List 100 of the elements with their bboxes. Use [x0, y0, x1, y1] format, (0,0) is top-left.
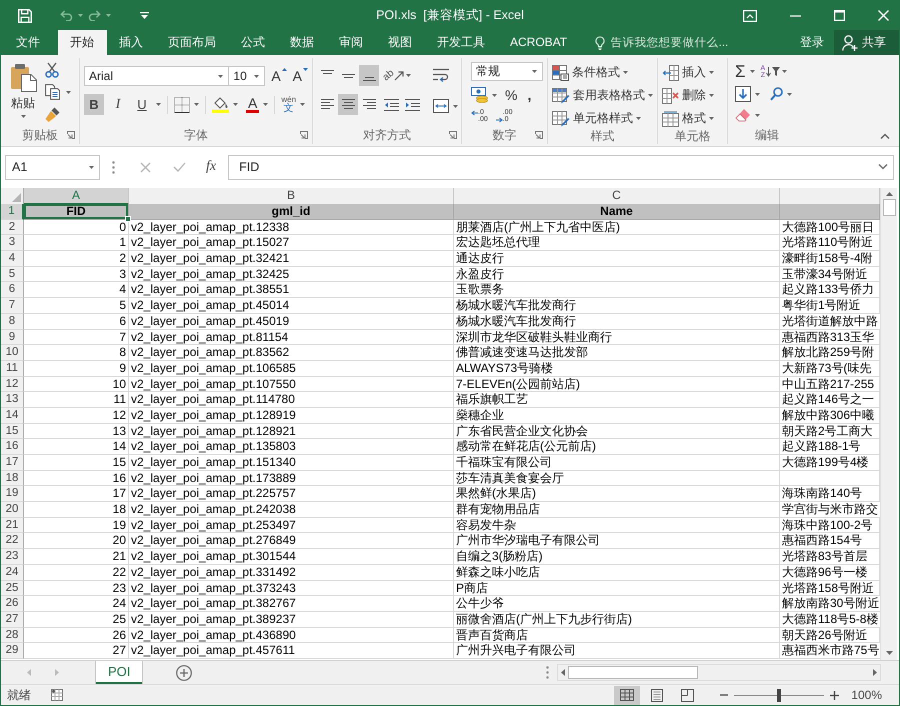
font-color-button[interactable]: A	[246, 96, 260, 113]
row-header[interactable]: 21	[1, 518, 24, 534]
font-size-dropdown[interactable]: 10	[228, 66, 266, 86]
caret-icon[interactable]	[648, 94, 653, 97]
ribbon-tab[interactable]: 文件	[4, 30, 52, 55]
search-icon[interactable]	[770, 87, 783, 101]
left-triangle-icon[interactable]	[561, 669, 565, 676]
ribbon-tab[interactable]: 页面布局	[156, 30, 228, 55]
row-header[interactable]: 5	[1, 266, 24, 282]
box-chevron-icon[interactable]	[743, 10, 757, 22]
selected-cell[interactable]: FID	[24, 204, 129, 220]
caret-icon[interactable]	[66, 90, 71, 94]
down-triangle-icon[interactable]	[886, 651, 892, 655]
name-box[interactable]: A1	[5, 154, 100, 180]
font-name-dropdown[interactable]: Arial	[84, 66, 230, 86]
chevron-down-icon[interactable]	[878, 164, 888, 170]
caret-icon[interactable]	[406, 74, 412, 77]
grow-font-button[interactable]: A	[271, 68, 287, 84]
row-header[interactable]: 29	[1, 643, 24, 659]
caret-icon[interactable]	[218, 74, 224, 78]
shrink-font-button[interactable]: A	[292, 68, 308, 84]
underline-button[interactable]: U	[132, 94, 152, 115]
caret-icon[interactable]	[89, 166, 94, 168]
column-header[interactable]: A	[24, 188, 129, 205]
row-header[interactable]: 16	[1, 439, 24, 456]
bold-button[interactable]: B	[84, 94, 104, 115]
caret-icon[interactable]	[78, 14, 83, 17]
format-cells-button[interactable]: 格式	[662, 109, 723, 128]
caret-icon[interactable]	[709, 117, 714, 120]
ribbon-tab[interactable]: 插入	[106, 30, 156, 55]
row-header[interactable]: 24	[1, 564, 24, 581]
row-header[interactable]: 10	[1, 345, 24, 361]
corner-arrow-icon[interactable]	[300, 131, 308, 139]
zoom-in-icon[interactable]	[830, 690, 840, 700]
ribbon-tab[interactable]: 公式	[228, 30, 278, 55]
ribbon-tab[interactable]: 数据	[278, 30, 326, 55]
bar-caret-icon[interactable]	[140, 12, 149, 19]
row-header[interactable]: 25	[1, 580, 24, 596]
column-header[interactable]: C	[454, 188, 780, 205]
phonetic-guide-button[interactable]: wén 文	[281, 96, 296, 114]
italic-button[interactable]: I	[108, 94, 128, 115]
column-header[interactable]: B	[129, 188, 454, 205]
row-header[interactable]: 27	[1, 612, 24, 628]
row-header[interactable]: 17	[1, 455, 24, 471]
fill-handle[interactable]	[125, 216, 131, 222]
caret-icon[interactable]	[532, 70, 537, 73]
banknote-coins-icon[interactable]	[471, 87, 488, 103]
row-header[interactable]: 12	[1, 376, 24, 392]
row-header[interactable]: 19	[1, 486, 24, 502]
sign-in-button[interactable]: 登录	[790, 30, 834, 55]
number-format-dropdown[interactable]: 常规	[471, 62, 543, 81]
row-header[interactable]: 28	[1, 628, 24, 644]
align-center-button[interactable]	[338, 94, 358, 115]
caret-icon[interactable]	[755, 114, 760, 116]
row-header[interactable]: 2	[1, 220, 24, 236]
row-header[interactable]: 6	[1, 282, 24, 298]
row-header[interactable]: 9	[1, 330, 24, 346]
row-header[interactable]: 11	[1, 360, 24, 377]
row-header[interactable]: 8	[1, 314, 24, 330]
corner-arrow-icon[interactable]	[449, 131, 457, 139]
row-header[interactable]: 22	[1, 533, 24, 550]
paint-bucket-icon[interactable]	[212, 96, 229, 112]
row-header[interactable]: 3	[1, 235, 24, 252]
scrollbar-thumb[interactable]	[882, 199, 896, 216]
row-header[interactable]: 26	[1, 596, 24, 612]
copy-icon[interactable]	[45, 84, 60, 100]
row-header[interactable]: 7	[1, 298, 24, 314]
close-icon[interactable]	[878, 10, 889, 21]
normal-view-button[interactable]	[614, 686, 640, 704]
row-header[interactable]: 15	[1, 424, 24, 440]
caret-icon[interactable]	[755, 92, 760, 96]
share-button[interactable]: 共享	[834, 30, 899, 55]
row-header[interactable]: 20	[1, 502, 24, 518]
row-header[interactable]: 18	[1, 470, 24, 486]
ribbon-tab[interactable]: 开始	[58, 30, 106, 55]
caret-icon[interactable]	[782, 70, 788, 73]
vertical-dots-icon[interactable]	[112, 160, 115, 174]
corner-arrow-icon[interactable]	[67, 131, 75, 139]
autosum-button[interactable]: Σ	[735, 63, 746, 80]
percent-style-button[interactable]: %	[505, 87, 518, 103]
row-header[interactable]: 4	[1, 251, 24, 267]
orientation-button[interactable]: ab	[383, 70, 404, 81]
paintbrush-icon[interactable]	[45, 106, 61, 122]
conditional-formatting-button[interactable]: 条件格式	[552, 63, 653, 82]
row-header[interactable]: 13	[1, 392, 24, 408]
zoom-level[interactable]: 100%	[851, 688, 882, 702]
caret-icon[interactable]	[156, 103, 161, 106]
caret-icon[interactable]	[623, 71, 628, 74]
caret-icon[interactable]	[20, 115, 26, 118]
formula-field[interactable]: FID	[228, 154, 894, 180]
delete-cells-button[interactable]: 删除	[662, 86, 723, 105]
caret-icon[interactable]	[709, 71, 714, 74]
paste-button[interactable]: 粘贴	[5, 58, 41, 126]
ribbon-tab[interactable]: 审阅	[326, 30, 376, 55]
save-icon[interactable]	[18, 8, 32, 22]
insert-function-button[interactable]: fx	[206, 159, 216, 175]
comma-style-button[interactable]: ,	[527, 87, 532, 103]
ribbon-tab[interactable]: ACROBAT	[498, 30, 580, 55]
ribbon-tab[interactable]: 视图	[376, 30, 424, 55]
caret-icon[interactable]	[194, 103, 199, 106]
